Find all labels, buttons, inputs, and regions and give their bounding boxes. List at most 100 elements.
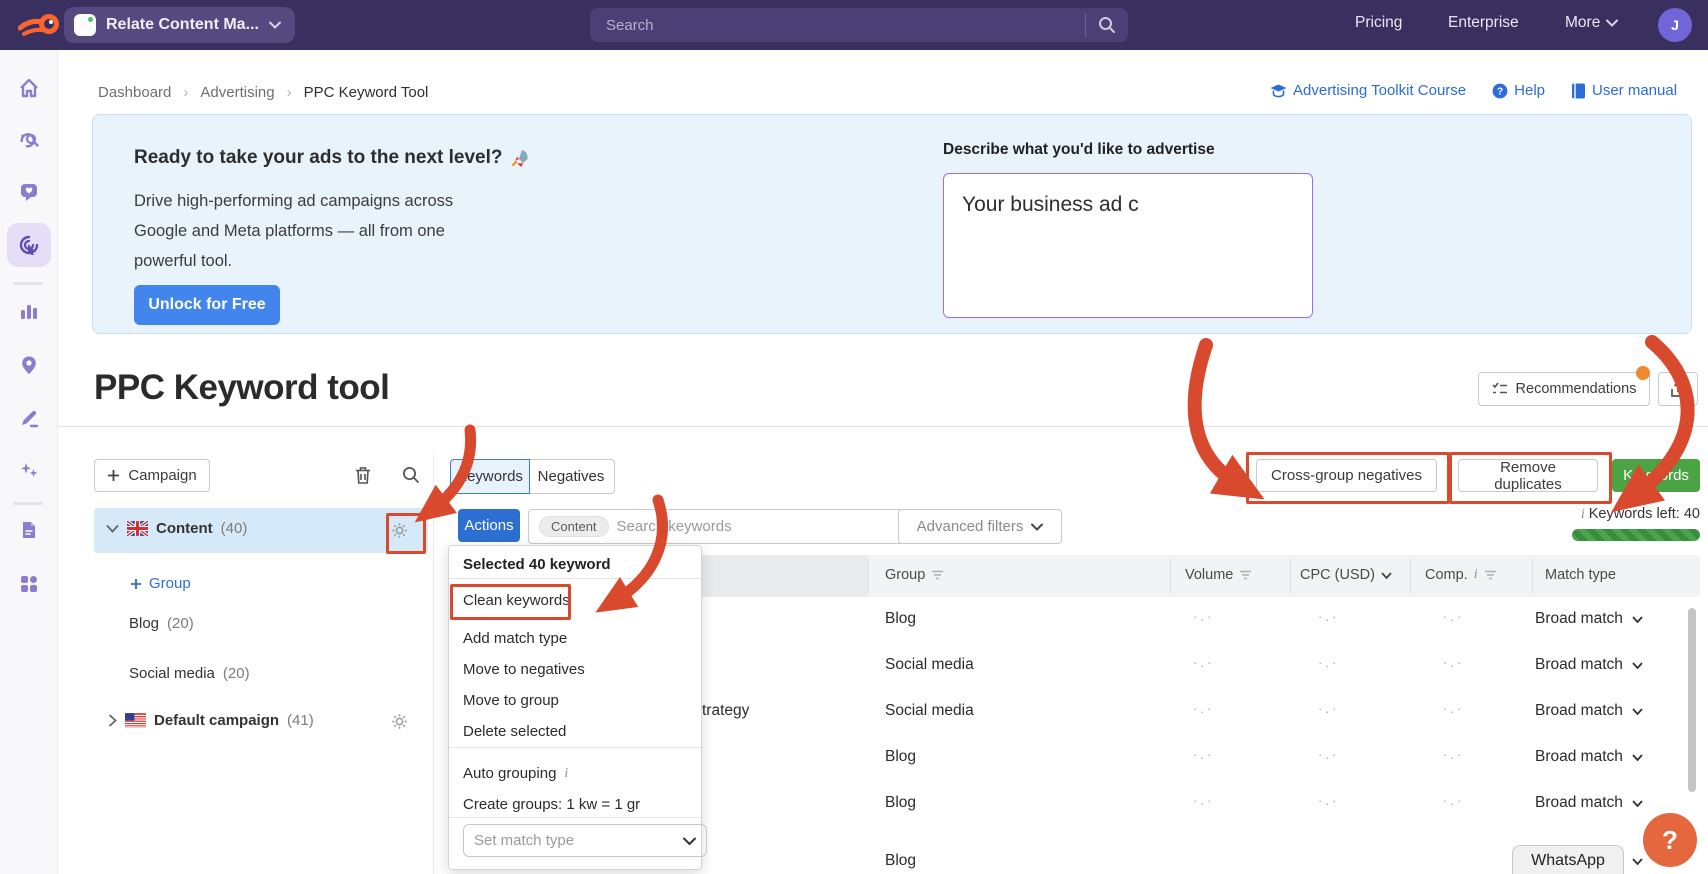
group-item-blog[interactable]: Blog (20): [129, 615, 194, 632]
filter-icon: [1240, 570, 1252, 580]
graduation-cap-icon: [1270, 84, 1287, 97]
group-cell: Social media: [885, 702, 974, 719]
describe-value: Your business ad c: [962, 193, 1139, 216]
home-icon[interactable]: [19, 78, 39, 98]
menu-item-move-to-group[interactable]: Move to group: [463, 692, 559, 709]
reports-icon[interactable]: [19, 520, 39, 540]
trash-icon[interactable]: [354, 466, 372, 485]
add-campaign-button[interactable]: Campaign: [94, 459, 210, 492]
project-icon: [74, 14, 96, 36]
group-cell: Blog: [885, 794, 917, 811]
column-divider: [1170, 559, 1171, 593]
cross-group-negatives-button[interactable]: Cross-group negatives: [1256, 459, 1437, 492]
nav-more[interactable]: More: [1565, 14, 1619, 32]
advertising-icon[interactable]: [19, 235, 39, 255]
match-type-dropdown[interactable]: Broad match: [1535, 794, 1643, 812]
chevron-down-icon[interactable]: [106, 524, 119, 533]
plus-icon: [131, 578, 141, 589]
uk-flag-icon: [127, 521, 148, 536]
us-flag-icon: [125, 713, 146, 728]
help-link[interactable]: ? Help: [1492, 82, 1545, 99]
column-divider: [1290, 559, 1291, 593]
promo-title: Ready to take your ads to the next level…: [134, 147, 530, 169]
col-header-group[interactable]: Group: [885, 567, 944, 583]
keyword-search-placeholder: Search keywords: [616, 518, 732, 535]
menu-item-move-to-negatives[interactable]: Move to negatives: [463, 661, 585, 678]
keywords-submit-button[interactable]: Keywords: [1612, 459, 1700, 492]
search-icon[interactable]: [1098, 16, 1116, 34]
match-type-dropdown[interactable]: Broad match: [1535, 702, 1643, 720]
social-media-icon[interactable]: [19, 182, 39, 202]
menu-item-clean-keywords[interactable]: Clean keywords: [463, 592, 570, 609]
keywords-left-label: i Keywords left: 40: [1580, 506, 1700, 522]
content-icon[interactable]: [19, 408, 39, 428]
toolkit-course-link[interactable]: Advertising Toolkit Course: [1270, 82, 1466, 99]
help-widget-button[interactable]: ?: [1643, 813, 1697, 867]
group-cell: Blog: [885, 748, 917, 765]
group-item-social-media[interactable]: Social media (20): [129, 665, 250, 682]
checklist-icon: [1491, 382, 1507, 394]
actions-button[interactable]: Actions: [458, 509, 520, 542]
match-type-dropdown[interactable]: Broad match: [1535, 610, 1643, 628]
table-scrollbar[interactable]: [1688, 608, 1696, 792]
col-header-cpc[interactable]: CPC (USD): [1300, 567, 1392, 583]
promo-line: powerful tool.: [134, 252, 233, 270]
export-button[interactable]: [1658, 372, 1698, 406]
chevron-down-icon: [1632, 661, 1643, 669]
semrush-logo-icon[interactable]: [18, 11, 60, 39]
analytics-icon[interactable]: [19, 302, 39, 322]
menu-item-auto-grouping[interactable]: Auto grouping i: [463, 765, 568, 782]
user-manual-link[interactable]: User manual: [1571, 82, 1677, 99]
breadcrumb-dashboard[interactable]: Dashboard: [98, 84, 171, 101]
panel-divider: [433, 455, 434, 874]
unlock-for-free-button[interactable]: Unlock for Free: [134, 285, 280, 325]
campaign-row-content[interactable]: Content (40): [94, 508, 428, 553]
seo-research-icon[interactable]: [19, 130, 39, 150]
recommendations-button[interactable]: Recommendations: [1478, 372, 1650, 406]
col-header-match-type: Match type: [1545, 567, 1616, 583]
ai-icon[interactable]: [19, 460, 39, 480]
masked-cpc: ·.·: [1318, 747, 1340, 762]
col-header-volume[interactable]: Volume: [1185, 567, 1252, 583]
match-type-dropdown[interactable]: Broad match: [1535, 748, 1643, 766]
tab-keywords[interactable]: Keywords: [450, 459, 530, 494]
chevron-down-icon: [268, 21, 281, 29]
avatar[interactable]: J: [1658, 8, 1692, 42]
keyword-search-input[interactable]: Content Search keywords: [528, 509, 912, 544]
menu-item-delete-selected[interactable]: Delete selected: [463, 723, 566, 740]
col-header-comp[interactable]: Comp. i: [1425, 567, 1497, 583]
nav-pricing[interactable]: Pricing: [1355, 14, 1402, 32]
advanced-filters-button[interactable]: Advanced filters: [898, 509, 1062, 544]
match-type-dropdown[interactable]: Broad match: [1535, 656, 1643, 674]
campaign-row-default[interactable]: Default campaign (41): [94, 700, 428, 744]
book-icon: [1572, 83, 1585, 98]
search-keywords-icon[interactable]: [402, 466, 420, 484]
chevron-right-icon[interactable]: [108, 714, 117, 727]
menu-item-add-match-type[interactable]: Add match type: [463, 630, 567, 647]
breadcrumb-advertising[interactable]: Advertising: [200, 84, 274, 101]
masked-cpc: ·.·: [1318, 701, 1340, 716]
global-search-input[interactable]: [590, 16, 1085, 34]
campaign-settings-gear-icon[interactable]: [391, 713, 408, 730]
content-filter-chip[interactable]: Content: [539, 516, 609, 537]
menu-item-create-groups[interactable]: Create groups: 1 kw = 1 gr: [463, 796, 640, 813]
sidebar-divider: [13, 502, 43, 505]
add-group-button[interactable]: Group: [130, 575, 191, 592]
chevron-down-icon: [1606, 19, 1619, 27]
nav-enterprise[interactable]: Enterprise: [1448, 14, 1519, 32]
notification-dot: [1636, 366, 1650, 380]
chevron-down-icon: [1632, 799, 1643, 807]
group-cell: Social media: [885, 656, 974, 673]
local-marketing-icon[interactable]: [19, 355, 39, 375]
set-match-type-select[interactable]: Set match type: [463, 824, 707, 857]
whatsapp-button[interactable]: WhatsApp: [1512, 845, 1624, 874]
masked-volume: ·.·: [1193, 609, 1215, 624]
campaign-settings-gear-icon[interactable]: [391, 522, 408, 539]
filter-icon: [1484, 570, 1496, 580]
tab-negatives[interactable]: Negatives: [527, 459, 615, 494]
project-name: Relate Content Ma...: [106, 16, 259, 33]
breadcrumb-separator: ›: [183, 84, 189, 101]
remove-duplicates-button[interactable]: Remove duplicates: [1458, 459, 1598, 493]
apps-grid-icon[interactable]: [19, 574, 39, 594]
project-switcher[interactable]: Relate Content Ma...: [64, 7, 295, 43]
